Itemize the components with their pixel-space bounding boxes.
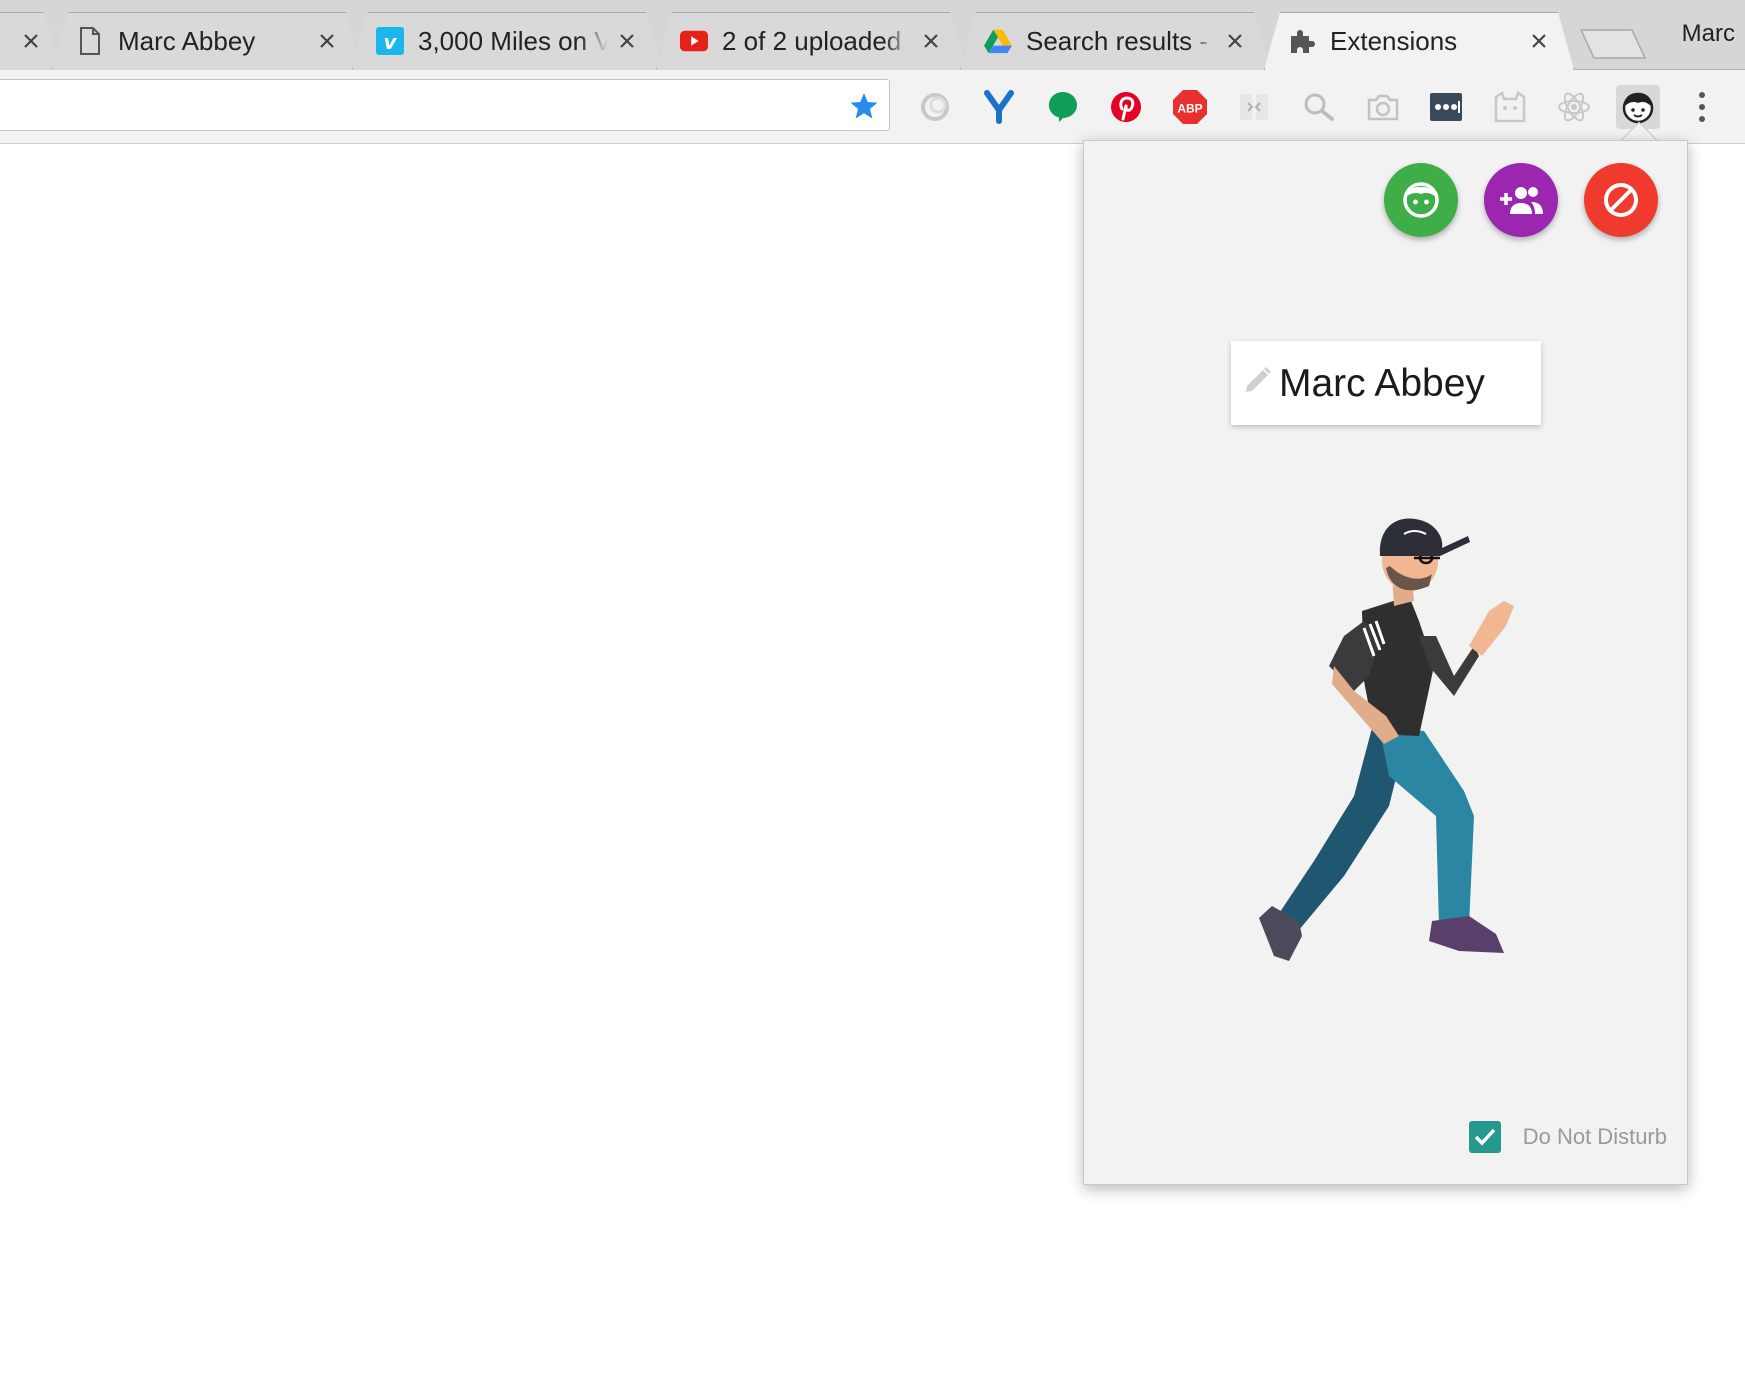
puzzle-icon xyxy=(1288,27,1316,55)
adblock-badge-text: ABP xyxy=(1177,102,1202,116)
tab-marc-abbey[interactable]: Marc Abbey xyxy=(52,12,362,70)
face-icon xyxy=(1403,182,1439,218)
do-not-disturb-checkbox[interactable] xyxy=(1468,1121,1501,1153)
add-group-button[interactable] xyxy=(1484,163,1558,237)
add-group-icon xyxy=(1500,187,1543,214)
check-icon xyxy=(1474,1128,1496,1146)
block-button[interactable] xyxy=(1584,163,1658,237)
name-card[interactable]: Marc Abbey xyxy=(1231,341,1541,425)
tab-title: Extensions xyxy=(1330,25,1458,56)
close-icon[interactable] xyxy=(20,30,42,52)
close-icon[interactable] xyxy=(920,30,942,52)
google-drive-icon xyxy=(984,27,1012,55)
menu-icon[interactable] xyxy=(1688,88,1716,126)
tab-vimeo[interactable]: v 3,000 Miles on Vimeo xyxy=(352,12,662,70)
tab-title: Search results - Google Drive xyxy=(1026,25,1216,56)
do-not-disturb[interactable]: Do Not Disturb xyxy=(1468,1121,1667,1153)
running-avatar-illustration xyxy=(1259,518,1514,961)
cat-extension-icon[interactable] xyxy=(1488,85,1532,129)
pencil-icon[interactable] xyxy=(1243,365,1273,395)
magnifier-icon[interactable] xyxy=(1296,85,1340,129)
split-view-icon[interactable] xyxy=(1232,85,1276,129)
svg-text:v: v xyxy=(383,30,397,54)
tab-extensions[interactable]: Extensions xyxy=(1264,12,1574,70)
hangouts-icon[interactable] xyxy=(1041,85,1085,129)
lastpass-icon[interactable] xyxy=(1424,85,1468,129)
tab-title: 2 of 2 uploaded - YouTube xyxy=(722,25,912,56)
y-extension-icon[interactable] xyxy=(977,85,1021,129)
tab-title: Marc Abbey xyxy=(118,25,256,56)
page-icon xyxy=(76,27,104,55)
close-icon[interactable] xyxy=(1224,30,1246,52)
block-icon xyxy=(1604,183,1638,217)
react-devtools-icon[interactable] xyxy=(1552,85,1596,129)
tab-title: 3,000 Miles on Vimeo xyxy=(418,25,608,56)
star-icon[interactable] xyxy=(849,91,879,121)
display-name[interactable]: Marc Abbey xyxy=(1279,362,1485,406)
close-icon[interactable] xyxy=(1528,30,1550,52)
tab-strip: Marc Abbey v 3,000 Miles on Vimeo 2 of 2… xyxy=(0,0,1745,70)
adblock-plus-icon[interactable]: ABP xyxy=(1168,85,1212,129)
tab-youtube[interactable]: 2 of 2 uploaded - YouTube xyxy=(656,12,966,70)
face-button[interactable] xyxy=(1384,163,1458,237)
extension-popup: Marc Abbey Do Not Disturb xyxy=(1083,140,1688,1185)
address-bar[interactable] xyxy=(0,79,890,131)
tab-google-drive[interactable]: Search results - Google Drive xyxy=(960,12,1270,70)
pinterest-icon[interactable] xyxy=(1104,85,1148,129)
youtube-icon xyxy=(680,27,708,55)
do-not-disturb-label[interactable]: Do Not Disturb xyxy=(1523,1124,1667,1150)
vimeo-icon: v xyxy=(376,27,404,55)
new-tab-button[interactable] xyxy=(1579,28,1647,60)
browser-toolbar: ABP xyxy=(0,70,1745,144)
camera-icon[interactable] xyxy=(1361,85,1405,129)
swirl-extension-icon[interactable] xyxy=(913,85,957,129)
profile-name[interactable]: Marc xyxy=(1682,20,1735,48)
close-icon[interactable] xyxy=(616,30,638,52)
close-icon[interactable] xyxy=(316,30,338,52)
tab-partial[interactable] xyxy=(0,12,60,70)
